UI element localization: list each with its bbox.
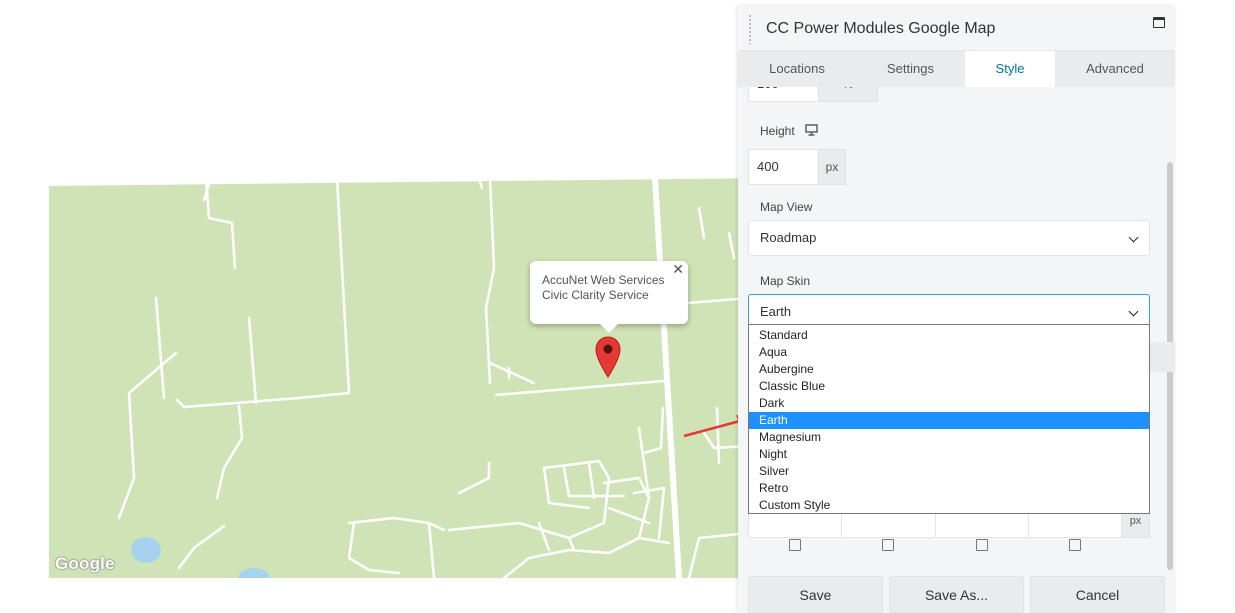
option-aubergine[interactable]: Aubergine	[749, 361, 1149, 378]
option-dark[interactable]: Dark	[749, 395, 1149, 412]
height-unit[interactable]: px	[818, 149, 846, 185]
side-left-icon[interactable]	[1069, 539, 1081, 551]
map-preview[interactable]: ✕ AccuNet Web Services Civic Clarity Ser…	[49, 178, 749, 578]
map-roads	[117, 178, 749, 578]
map-skin-value: Earth	[760, 304, 792, 319]
map-marker-icon[interactable]	[595, 336, 621, 378]
tab-advanced[interactable]: Advanced	[1055, 51, 1175, 87]
option-custom-style[interactable]: Custom Style	[749, 497, 1149, 514]
tab-settings[interactable]: Settings	[856, 51, 965, 87]
info-line-1: AccuNet Web Services	[542, 273, 665, 287]
map-view-select[interactable]: Roadmap	[748, 220, 1150, 256]
width-input[interactable]: 100	[748, 87, 819, 102]
tab-locations[interactable]: Locations	[738, 51, 856, 87]
map-info-window: ✕ AccuNet Web Services Civic Clarity Ser…	[530, 261, 688, 333]
info-line-2: Civic Clarity Service	[542, 288, 649, 302]
option-classic-blue[interactable]: Classic Blue	[749, 378, 1149, 395]
save-as-button[interactable]: Save As...	[889, 576, 1024, 613]
side-right-icon[interactable]	[882, 539, 894, 551]
close-icon[interactable]: ✕	[672, 262, 684, 276]
height-label: Height	[760, 124, 795, 138]
map-skin-dropdown[interactable]: Standard Aqua Aubergine Classic Blue Dar…	[748, 324, 1150, 514]
desktop-icon[interactable]	[805, 124, 818, 136]
drag-handle-icon[interactable]	[748, 14, 752, 44]
panel-body: 100 % Height 400 px Map View Roadmap Map…	[738, 87, 1175, 613]
option-standard[interactable]: Standard	[749, 327, 1149, 344]
side-bottom-icon[interactable]	[976, 539, 988, 551]
map-view-label: Map View	[760, 200, 813, 214]
map-view-value: Roadmap	[760, 230, 817, 245]
option-magnesium[interactable]: Magnesium	[749, 429, 1149, 446]
cancel-button[interactable]: Cancel	[1030, 576, 1165, 613]
option-silver[interactable]: Silver	[749, 463, 1149, 480]
chevron-down-icon	[1128, 232, 1139, 243]
option-aqua[interactable]: Aqua	[749, 344, 1149, 361]
panel-footer: Save Save As... Cancel	[748, 576, 1168, 613]
maximize-icon[interactable]	[1153, 17, 1165, 28]
height-input[interactable]: 400	[748, 149, 819, 185]
map-skin-label: Map Skin	[760, 274, 811, 288]
panel-title: CC Power Modules Google Map	[766, 20, 996, 37]
google-logo: Google	[55, 554, 115, 573]
option-retro[interactable]: Retro	[749, 480, 1149, 497]
settings-panel: CC Power Modules Google Map Locations Se…	[738, 6, 1175, 613]
panel-header: CC Power Modules Google Map	[738, 6, 1175, 51]
tab-style[interactable]: Style	[965, 51, 1055, 87]
save-button[interactable]: Save	[748, 576, 883, 613]
option-earth[interactable]: Earth	[749, 412, 1149, 429]
panel-tabs: Locations Settings Style Advanced	[738, 51, 1175, 87]
width-unit[interactable]: %	[818, 87, 878, 102]
option-night[interactable]: Night	[749, 446, 1149, 463]
side-top-icon[interactable]	[789, 539, 801, 551]
chevron-down-icon	[1128, 306, 1139, 317]
